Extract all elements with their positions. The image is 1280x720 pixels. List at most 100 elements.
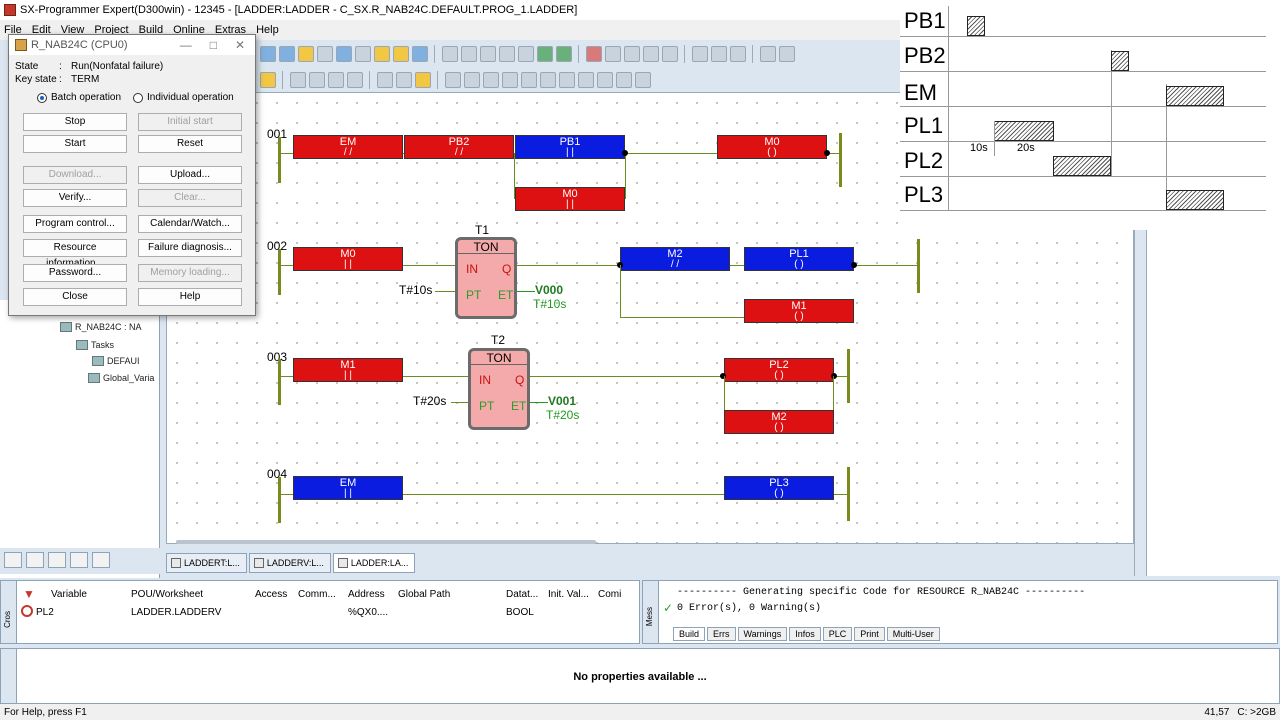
tree-item-resource[interactable]: R_NAB24C : NA (60, 322, 142, 332)
coil-pl2[interactable]: PL2( ) (724, 358, 834, 382)
tab-multi-user[interactable]: Multi-User (886, 627, 940, 641)
tab-errs[interactable]: Errs (707, 627, 736, 641)
check-icon[interactable] (635, 72, 651, 88)
radio-batch[interactable]: Batch operation (37, 92, 121, 103)
menu-help[interactable]: Help (256, 24, 279, 36)
help-button[interactable]: Help (138, 288, 242, 306)
tab-warnings[interactable]: Warnings (737, 627, 788, 641)
nc-contact-icon[interactable] (464, 72, 480, 88)
contact-m1[interactable]: M1 | | (293, 358, 403, 382)
tree-item-global-vars[interactable]: Global_Varia (88, 373, 154, 383)
program-control-button[interactable]: Program control... (23, 215, 127, 233)
col-pou[interactable]: POU/Worksheet (131, 589, 203, 600)
online-icon[interactable] (556, 46, 572, 62)
tab-plc[interactable]: PLC (822, 627, 853, 641)
no-contact-icon[interactable] (445, 72, 461, 88)
close-button[interactable]: Close (23, 288, 127, 306)
watch-icon[interactable] (643, 46, 659, 62)
calendar-watch-button[interactable]: Calendar/Watch... (138, 215, 242, 233)
instance-tab-icon[interactable] (48, 552, 66, 568)
col-init-value[interactable]: Init. Val... (548, 589, 589, 600)
make-icon[interactable] (480, 46, 496, 62)
pointer-icon[interactable] (260, 72, 276, 88)
col-datatype[interactable]: Datat... (506, 589, 538, 600)
tab-build[interactable]: Build (673, 627, 706, 641)
resource-info-button[interactable]: Resource information... (23, 239, 127, 269)
col-variable[interactable]: Variable (51, 589, 87, 600)
io-tab-icon[interactable] (92, 552, 110, 568)
compile-icon[interactable] (461, 46, 477, 62)
view-icon[interactable] (260, 46, 276, 62)
set-coil-icon[interactable] (521, 72, 537, 88)
col-global-path[interactable]: Global Path (398, 589, 450, 600)
reset-coil-icon[interactable] (540, 72, 556, 88)
comment-icon[interactable] (597, 72, 613, 88)
password-button[interactable]: Password... (23, 264, 127, 282)
contact-pb1[interactable]: PB1 | | (515, 135, 625, 159)
tile-icon[interactable] (760, 46, 776, 62)
tree-item-tasks[interactable]: Tasks (76, 340, 114, 350)
library-icon[interactable] (374, 46, 390, 62)
upload-button[interactable]: Upload... (138, 166, 242, 184)
stop-button[interactable]: Stop (23, 113, 127, 131)
tab-print[interactable]: Print (854, 627, 885, 641)
patch-icon[interactable] (518, 46, 534, 62)
pin-icon[interactable] (442, 46, 458, 62)
jump-icon[interactable] (559, 72, 575, 88)
hardware-tab-icon[interactable] (70, 552, 88, 568)
contact-m0[interactable]: M0 | | (293, 247, 403, 271)
debug-icon[interactable] (537, 46, 553, 62)
p-contact-icon[interactable] (483, 72, 499, 88)
reset-button[interactable]: Reset (138, 135, 242, 153)
step-icon[interactable] (605, 46, 621, 62)
contact-m0-branch[interactable]: M0 | | (515, 187, 625, 211)
tab-laddert[interactable]: LADDERT:L... (166, 553, 247, 573)
start-button[interactable]: Start (23, 135, 127, 153)
copy-icon[interactable] (711, 46, 727, 62)
breakpoint-icon[interactable] (624, 46, 640, 62)
contact-m2-nc[interactable]: M2/ / (620, 247, 730, 271)
ton-block-t2[interactable]: TON IN Q PT ET (468, 348, 530, 430)
tree-item-default[interactable]: DEFAUI (92, 356, 140, 366)
filter-icon[interactable]: ▼ (23, 587, 35, 601)
verify-button[interactable]: Verify... (23, 189, 127, 207)
n-contact-icon[interactable] (502, 72, 518, 88)
branch-icon[interactable] (328, 72, 344, 88)
download-button[interactable]: Download... (23, 166, 127, 184)
contact-em-no[interactable]: EM | | (293, 476, 403, 500)
maximize-icon[interactable]: □ (210, 38, 217, 52)
edit-icon[interactable] (298, 46, 314, 62)
line-icon[interactable] (377, 72, 393, 88)
bulb-icon[interactable] (393, 46, 409, 62)
function-icon[interactable] (347, 72, 363, 88)
tab-ladderv[interactable]: LADDERV:L... (248, 553, 331, 573)
coil-pl1[interactable]: PL1( ) (744, 247, 854, 271)
doc-icon[interactable] (412, 46, 428, 62)
clear-button[interactable]: Clear... (138, 189, 242, 207)
layout-icon[interactable] (317, 46, 333, 62)
libraries-tab-icon[interactable] (26, 552, 44, 568)
contact-em[interactable]: EM / / (293, 135, 403, 159)
coil-m0[interactable]: M0( ) (717, 135, 827, 159)
window-icon[interactable] (279, 46, 295, 62)
minimize-icon[interactable]: — (180, 38, 192, 52)
cascade-icon[interactable] (779, 46, 795, 62)
table-icon[interactable] (616, 72, 632, 88)
coil-m2[interactable]: M2( ) (724, 410, 834, 434)
coil-icon[interactable] (309, 72, 325, 88)
close-icon[interactable]: ✕ (235, 38, 245, 52)
ton-block-t1[interactable]: TON IN Q PT ET (455, 237, 517, 319)
block-icon[interactable] (396, 72, 412, 88)
var-icon[interactable] (415, 72, 431, 88)
paste-icon[interactable] (730, 46, 746, 62)
monitor-icon[interactable] (662, 46, 678, 62)
row-variable[interactable]: PL2 (36, 607, 54, 618)
col-comment[interactable]: Comm... (298, 589, 336, 600)
memory-loading-button[interactable]: Memory loading... (138, 264, 242, 282)
col-comi[interactable]: Comi (598, 589, 621, 600)
col-address[interactable]: Address (348, 589, 385, 600)
col-access[interactable]: Access (255, 589, 287, 600)
contact-icon[interactable] (290, 72, 306, 88)
contact-pb2[interactable]: PB2/ / (404, 135, 514, 159)
tab-ladder[interactable]: LADDER:LA... (332, 553, 416, 573)
